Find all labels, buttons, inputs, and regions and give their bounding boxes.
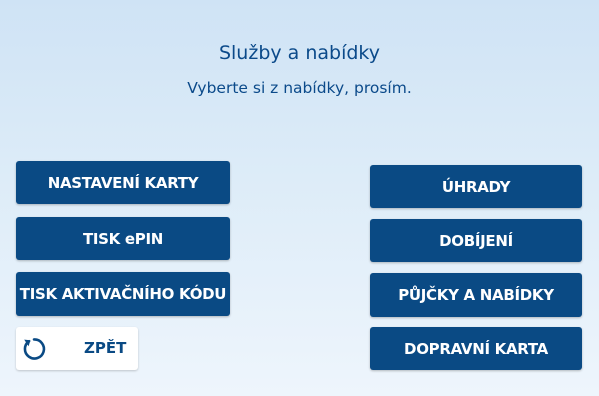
print-activation-code-label: TISK AKTIVAČNÍHO KÓDU	[19, 285, 227, 303]
payments-button[interactable]: ÚHRADY	[370, 165, 582, 208]
topup-label: DOBÍJENÍ	[439, 231, 513, 250]
transit-card-label: DOPRAVNÍ KARTA	[404, 339, 548, 358]
card-settings-label: NASTAVENÍ KARTY	[47, 173, 199, 192]
topup-button[interactable]: DOBÍJENÍ	[370, 219, 582, 262]
card-settings-button[interactable]: NASTAVENÍ KARTY	[16, 161, 230, 204]
page-subtitle: Vyberte si z nabídky, prosím.	[187, 79, 412, 97]
refresh-back-icon	[23, 338, 46, 360]
transit-card-button[interactable]: DOPRAVNÍ KARTA	[370, 327, 582, 370]
back-label: ZPĚT	[84, 339, 127, 357]
payments-label: ÚHRADY	[441, 177, 511, 196]
print-activation-code-button[interactable]: TISK AKTIVAČNÍHO KÓDU	[16, 272, 230, 316]
print-epin-button[interactable]: TISK ePIN	[16, 217, 230, 260]
loans-and-offers-label: PŮJČKY A NABÍDKY	[398, 286, 554, 304]
atm-services-screen: Služby a nabídky Vyberte si z nabídky, p…	[0, 0, 599, 396]
loans-and-offers-button[interactable]: PŮJČKY A NABÍDKY	[370, 273, 582, 317]
page-title: Služby a nabídky	[218, 42, 381, 64]
back-button[interactable]: ZPĚT	[16, 327, 138, 370]
print-epin-label: TISK ePIN	[82, 229, 164, 248]
